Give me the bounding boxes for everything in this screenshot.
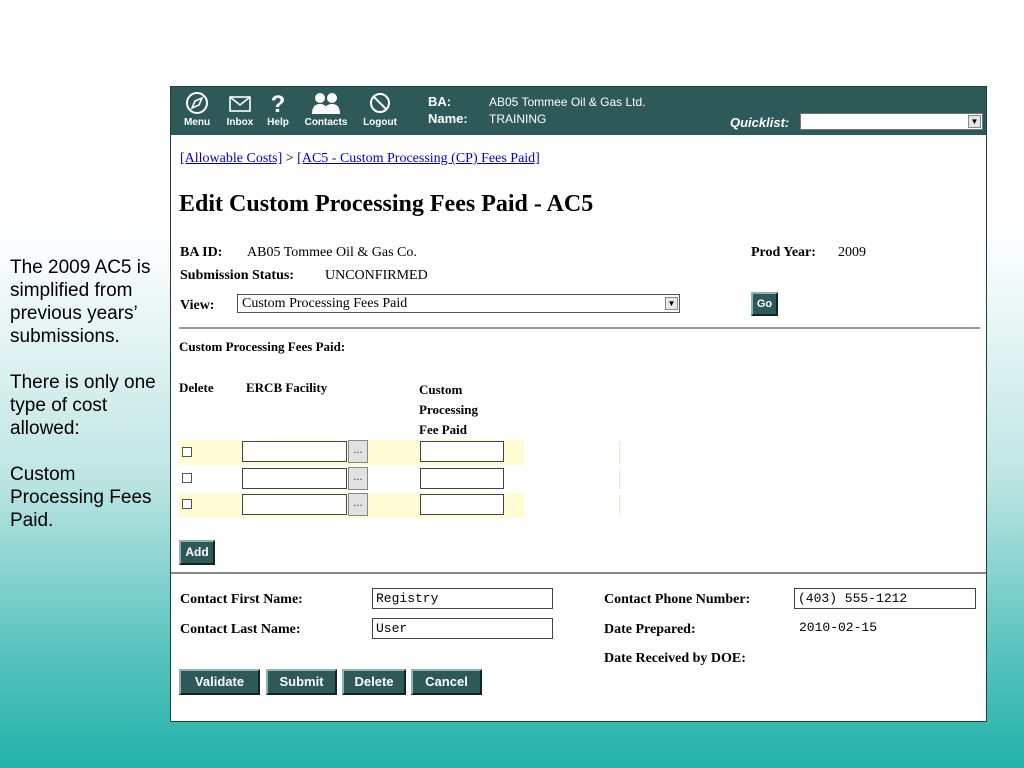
breadcrumb-allowable-costs[interactable]: [Allowable Costs] bbox=[180, 151, 282, 166]
delete-button[interactable]: Delete bbox=[342, 669, 406, 695]
svg-text:?: ? bbox=[271, 91, 286, 116]
name-label: Name: bbox=[428, 111, 468, 126]
breadcrumb-ac5[interactable]: [AC5 - Custom Processing (CP) Fees Paid] bbox=[297, 151, 540, 166]
prod-year-label: Prod Year: bbox=[751, 245, 816, 260]
nav-logout[interactable]: Logout bbox=[358, 90, 402, 128]
facility-input[interactable] bbox=[242, 468, 347, 489]
submission-status-label: Submission Status: bbox=[180, 268, 294, 283]
note-custom-processing: Custom Processing Fees Paid. bbox=[10, 464, 152, 531]
nav-menu[interactable]: Menu bbox=[179, 90, 215, 128]
facility-input[interactable] bbox=[242, 441, 347, 462]
nav-menu-label: Menu bbox=[183, 117, 211, 128]
row-delete-checkbox[interactable] bbox=[182, 499, 192, 509]
facility-lookup-button[interactable]: ... bbox=[348, 493, 368, 516]
question-mark-icon: ? bbox=[271, 91, 286, 116]
breadcrumb-separator: > bbox=[282, 151, 298, 166]
col-header-fee: Custom Processing Fee Paid bbox=[419, 380, 478, 440]
row-divider bbox=[619, 442, 620, 463]
fee-input[interactable] bbox=[420, 468, 504, 489]
validate-button[interactable]: Validate bbox=[179, 669, 260, 695]
view-select-value: Custom Processing Fees Paid bbox=[242, 296, 408, 311]
contact-first-name-label: Contact First Name: bbox=[180, 592, 303, 607]
view-label: View: bbox=[180, 298, 215, 313]
date-prepared-value: 2010-02-15 bbox=[799, 620, 878, 635]
contact-last-name-label: Contact Last Name: bbox=[180, 622, 301, 637]
nav-inbox-label: Inbox bbox=[226, 117, 254, 128]
side-notes: The 2009 AC5 is simplified from previous… bbox=[10, 256, 165, 555]
dropdown-arrow-icon[interactable]: ▼ bbox=[968, 115, 981, 128]
row-delete-checkbox[interactable] bbox=[182, 473, 192, 483]
no-entry-icon bbox=[370, 93, 390, 113]
section-title: Custom Processing Fees Paid: bbox=[179, 339, 346, 354]
app-window: Menu Inbox ? Help Contacts Logout BA: AB… bbox=[170, 86, 987, 722]
facility-lookup-button[interactable]: ... bbox=[348, 440, 368, 463]
go-button[interactable]: Go bbox=[751, 292, 778, 316]
col-header-delete: Delete bbox=[179, 380, 214, 395]
col-header-fee-line1: Custom bbox=[419, 382, 463, 397]
top-nav-bar: Menu Inbox ? Help Contacts Logout BA: AB… bbox=[171, 87, 986, 135]
contact-last-name-input[interactable]: User bbox=[372, 618, 553, 639]
ba-label: BA: bbox=[428, 94, 452, 109]
submit-button[interactable]: Submit bbox=[266, 669, 337, 695]
dropdown-arrow-icon[interactable]: ▼ bbox=[665, 297, 678, 310]
col-header-fee-line3: Fee Paid bbox=[419, 422, 468, 437]
name-value: TRAINING bbox=[489, 112, 547, 126]
note-simplified: The 2009 AC5 is simplified from previous… bbox=[10, 257, 151, 347]
quicklist-label: Quicklist: bbox=[730, 115, 790, 130]
ba-value: AB05 Tommee Oil & Gas Ltd. bbox=[489, 95, 646, 109]
nav-inbox[interactable]: Inbox bbox=[222, 90, 258, 128]
menu-compass-icon bbox=[186, 92, 208, 114]
nav-contacts-label: Contacts bbox=[304, 117, 348, 128]
divider bbox=[171, 572, 986, 574]
facility-lookup-button[interactable]: ... bbox=[348, 467, 368, 490]
breadcrumb: [Allowable Costs] > [AC5 - Custom Proces… bbox=[180, 151, 540, 167]
note-one-type: There is only one type of cost allowed: bbox=[10, 372, 156, 439]
nav-help[interactable]: ? Help bbox=[262, 90, 294, 128]
prod-year-value: 2009 bbox=[838, 245, 866, 260]
col-header-fee-line2: Processing bbox=[419, 402, 478, 417]
fee-input[interactable] bbox=[420, 494, 504, 515]
page-title: Edit Custom Processing Fees Paid - AC5 bbox=[179, 191, 594, 217]
add-button[interactable]: Add bbox=[179, 540, 215, 565]
ba-id-value: AB05 Tommee Oil & Gas Co. bbox=[247, 245, 417, 260]
nav-contacts[interactable]: Contacts bbox=[299, 90, 353, 128]
cancel-button[interactable]: Cancel bbox=[411, 669, 482, 695]
row-divider bbox=[619, 495, 620, 516]
nav-logout-label: Logout bbox=[363, 117, 397, 128]
quicklist-select[interactable]: ▼ bbox=[800, 113, 983, 130]
contact-phone-input[interactable]: (403) 555-1212 bbox=[794, 588, 976, 609]
nav-help-label: Help bbox=[267, 117, 289, 128]
row-delete-checkbox[interactable] bbox=[182, 447, 192, 457]
fee-input[interactable] bbox=[420, 441, 504, 462]
view-select[interactable]: Custom Processing Fees Paid ▼ bbox=[237, 294, 680, 313]
envelope-icon bbox=[229, 96, 251, 112]
ba-id-label: BA ID: bbox=[180, 245, 223, 260]
row-divider bbox=[619, 468, 620, 489]
date-prepared-label: Date Prepared: bbox=[604, 622, 696, 637]
contact-first-name-input[interactable]: Registry bbox=[372, 588, 553, 609]
people-icon bbox=[312, 93, 340, 114]
date-received-label: Date Received by DOE: bbox=[604, 651, 746, 666]
col-header-facility: ERCB Facility bbox=[246, 380, 328, 395]
submission-status-value: UNCONFIRMED bbox=[325, 268, 428, 283]
contact-phone-label: Contact Phone Number: bbox=[604, 592, 751, 607]
divider bbox=[179, 327, 980, 329]
facility-input[interactable] bbox=[242, 494, 347, 515]
